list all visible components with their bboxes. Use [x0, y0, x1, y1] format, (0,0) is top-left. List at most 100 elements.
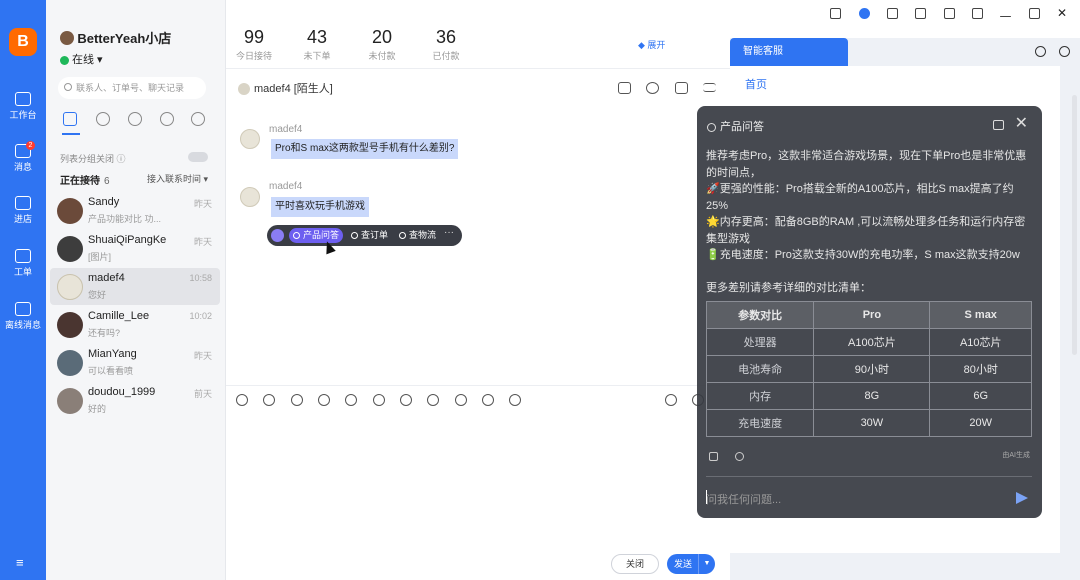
contact-time: 昨天	[193, 199, 212, 209]
chevron-down-icon[interactable]: ▼	[698, 554, 715, 574]
contact-item[interactable]: madef4 您好 10:58	[50, 268, 220, 305]
refresh-icon[interactable]	[646, 81, 660, 94]
maximize-icon[interactable]	[1028, 8, 1040, 20]
contact-item[interactable]: ShuaiQiPangKe [图片] 昨天	[50, 230, 220, 267]
clipboard-icon[interactable]	[482, 394, 495, 406]
stat-value: 99	[243, 27, 265, 47]
breadcrumb-home[interactable]: 首页	[745, 76, 767, 92]
avatar	[57, 198, 83, 224]
contact-time: 10:58	[189, 273, 212, 283]
upload-icon[interactable]	[290, 394, 303, 406]
expand-button[interactable]: ◆ 展开	[638, 38, 665, 51]
scissors-icon[interactable]	[263, 394, 276, 406]
divider	[226, 385, 730, 386]
message-bubble[interactable]: Pro和S max这两款型号手机有什么差别?	[271, 139, 459, 159]
nav-messages[interactable]: 2 消息	[0, 141, 46, 173]
add-icon[interactable]	[1059, 46, 1070, 57]
table-row: 处理器 A100芯片 A10芯片	[705, 328, 1032, 356]
send-button[interactable]: 发送 ▼	[667, 554, 715, 574]
chat-tab-icon[interactable]	[63, 112, 77, 126]
transfer-icon[interactable]	[345, 394, 358, 406]
contact-item[interactable]: doudou_1999 好的 前天	[50, 382, 220, 419]
check-order-button[interactable]: 查订单	[347, 228, 392, 243]
nav-store[interactable]: 进店	[0, 196, 46, 225]
contact-name: ShuaiQiPangKe	[88, 234, 167, 246]
org-tab-icon[interactable]	[191, 112, 205, 126]
stat-not-ordered[interactable]: 43 未下单	[287, 27, 347, 62]
answer-paragraph: 🔋充电速度：Pro这款支持30W的充电功率，S max这款支持20w	[706, 249, 1020, 261]
answer-actions	[709, 450, 758, 464]
nav-label: 工作台	[9, 110, 37, 120]
panel-scrollbar[interactable]	[1072, 95, 1077, 355]
sender-avatar	[240, 187, 260, 207]
stat-unpaid[interactable]: 20 未付款	[352, 27, 412, 62]
nav-tickets[interactable]: 工单	[0, 249, 46, 278]
contact-sidebar: BetterYeah小店 在线 ▾ 联系人、订单号、聊天记录 列表分组关闭 ⓘ …	[46, 0, 226, 580]
contact-item[interactable]: MianYang 可以看看喷 昨天	[50, 344, 220, 381]
assistant-logo-icon	[271, 229, 284, 242]
notes-icon[interactable]	[886, 8, 898, 20]
send-arrow-icon[interactable]	[1016, 492, 1028, 504]
close-icon[interactable]: ✕	[1057, 7, 1068, 19]
copy-icon[interactable]	[709, 452, 718, 461]
search-input[interactable]: 联系人、订单号、聊天记录	[58, 77, 206, 99]
hamburger-menu-icon[interactable]: ≡	[16, 555, 24, 570]
more-actions-button[interactable]: ···	[444, 227, 454, 238]
close-chat-button[interactable]: 关闭	[611, 554, 659, 574]
mobile-icon[interactable]	[830, 8, 842, 20]
sort-dropdown[interactable]: 接入联系时间 ▾	[147, 172, 208, 185]
product-qa-popup: 产品问答 ✕ 推荐考虑Pro，这款非常适合游戏场景，现在下单Pro也是非常优惠的…	[697, 106, 1042, 518]
image-search-icon[interactable]	[509, 394, 522, 406]
status-selector[interactable]: 在线 ▾	[60, 51, 171, 67]
check-logistics-button[interactable]: 查物流	[395, 228, 440, 243]
ask-input[interactable]: 问我任何问题...	[706, 491, 781, 507]
history-tab-icon[interactable]	[96, 112, 110, 126]
avatar	[57, 350, 83, 376]
pin-icon[interactable]	[971, 8, 983, 20]
emoji-icon[interactable]	[236, 394, 248, 406]
group-toggle[interactable]	[188, 152, 208, 162]
action-label: 查物流	[409, 230, 437, 240]
tab-smart-service[interactable]: 智能客服	[730, 38, 848, 66]
window-icon[interactable]	[993, 120, 1004, 130]
reply-icon[interactable]	[454, 394, 467, 406]
dashboard-icon	[15, 92, 31, 106]
floating-action-bar: 产品问答 查订单 查物流 ···	[267, 225, 462, 246]
table-cell: A10芯片	[929, 328, 1032, 356]
assistant-icon[interactable]	[858, 8, 870, 20]
chat-title: madef4 [陌生人]	[254, 83, 333, 95]
group-tab-icon[interactable]	[160, 112, 174, 126]
minimize-icon[interactable]	[1000, 16, 1012, 18]
contact-item[interactable]: Camille_Lee 还有吗? 10:02	[50, 306, 220, 343]
compass-icon[interactable]	[664, 394, 677, 406]
close-icon[interactable]: ✕	[1015, 113, 1028, 133]
discount-icon[interactable]	[318, 394, 331, 406]
stat-paid[interactable]: 36 已付款	[416, 27, 476, 62]
coupon-icon[interactable]	[427, 394, 440, 406]
headset-icon	[351, 232, 358, 239]
regenerate-icon[interactable]	[735, 452, 745, 461]
undo-icon[interactable]	[1034, 46, 1046, 57]
settings-icon[interactable]	[943, 8, 955, 20]
contact-time: 昨天	[193, 351, 212, 361]
contact-item[interactable]: Sandy 产品功能对比 功... 昨天	[50, 192, 220, 229]
window-controls: ✕	[816, 6, 1068, 20]
contact-preview: 您好	[88, 290, 107, 300]
menu-icon[interactable]	[703, 83, 716, 93]
gift-icon[interactable]	[372, 394, 385, 406]
video-icon[interactable]	[617, 81, 631, 94]
order-icon[interactable]	[400, 394, 413, 406]
nav-label: 进店	[13, 214, 32, 224]
product-qa-button[interactable]: 产品问答	[289, 228, 344, 243]
contact-tab-icon[interactable]	[128, 112, 142, 126]
nav-workbench[interactable]: 工作台	[0, 92, 46, 121]
panel-controls	[1025, 46, 1070, 60]
section-count: 6	[104, 176, 110, 187]
shirt-icon[interactable]	[915, 8, 927, 20]
stat-today-received[interactable]: 99 今日接待	[224, 27, 284, 62]
checklist-icon[interactable]	[674, 81, 688, 94]
sidebar-tabs	[58, 112, 208, 134]
message-bubble[interactable]: 平时喜欢玩手机游戏	[271, 197, 369, 217]
nav-offline[interactable]: 离线消息	[0, 302, 46, 331]
nav-rail: B 工作台 2 消息 进店 工单 离线消息 ≡	[0, 0, 46, 580]
